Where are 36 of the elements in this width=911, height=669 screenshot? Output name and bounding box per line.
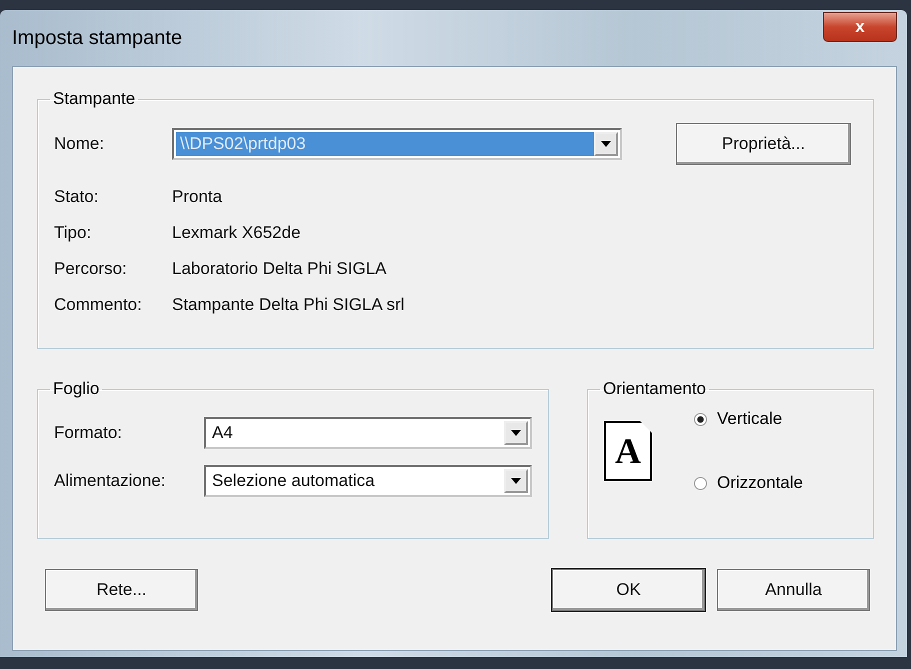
- info-value: Lexmark X652de: [172, 223, 301, 243]
- field-label: Formato:: [54, 423, 124, 443]
- field-label: Nome:: [54, 134, 106, 154]
- window-title: Imposta stampante: [12, 26, 182, 50]
- caret-icon: [601, 141, 611, 147]
- close-button[interactable]: x: [823, 12, 897, 42]
- dropdown-button[interactable]: [504, 421, 528, 445]
- info-value: Pronta: [172, 187, 222, 207]
- portrait-page-icon: A: [604, 421, 652, 481]
- paper-dropdown[interactable]: Selezione automatica: [204, 465, 532, 497]
- radio-button[interactable]: [694, 412, 707, 426]
- dropdown-value: A4: [211, 422, 234, 444]
- dropdown-button[interactable]: [504, 469, 528, 493]
- info-label: Tipo:: [54, 223, 92, 243]
- dropdown-value: Selezione automatica: [211, 470, 376, 492]
- radio-label: Verticale: [717, 409, 782, 429]
- properties-button[interactable]: Proprietà...: [676, 123, 851, 165]
- dropdown-value: \\DPS02\prtdp03: [176, 132, 594, 156]
- network-button[interactable]: Rete...: [45, 569, 198, 611]
- field-label: Alimentazione:: [54, 471, 167, 491]
- info-label: Commento:: [54, 295, 143, 315]
- info-value: Stampante Delta Phi SIGLA srl: [172, 295, 404, 315]
- info-label: Stato:: [54, 187, 100, 207]
- ok-button[interactable]: OK: [552, 569, 705, 611]
- caret-icon: [511, 478, 521, 484]
- radio-label: Orizzontale: [717, 473, 803, 493]
- info-label: Percorso:: [54, 259, 128, 279]
- info-value: Laboratorio Delta Phi SIGLA: [172, 259, 387, 279]
- group-legend: Foglio: [50, 379, 102, 399]
- group-legend: Stampante: [50, 89, 138, 109]
- dropdown-button[interactable]: [594, 132, 618, 156]
- paper-dropdown[interactable]: A4: [204, 417, 532, 449]
- radio-button[interactable]: [694, 476, 707, 490]
- cancel-button[interactable]: Annulla: [717, 569, 870, 611]
- caret-icon: [511, 430, 521, 436]
- group-legend: Orientamento: [600, 379, 709, 399]
